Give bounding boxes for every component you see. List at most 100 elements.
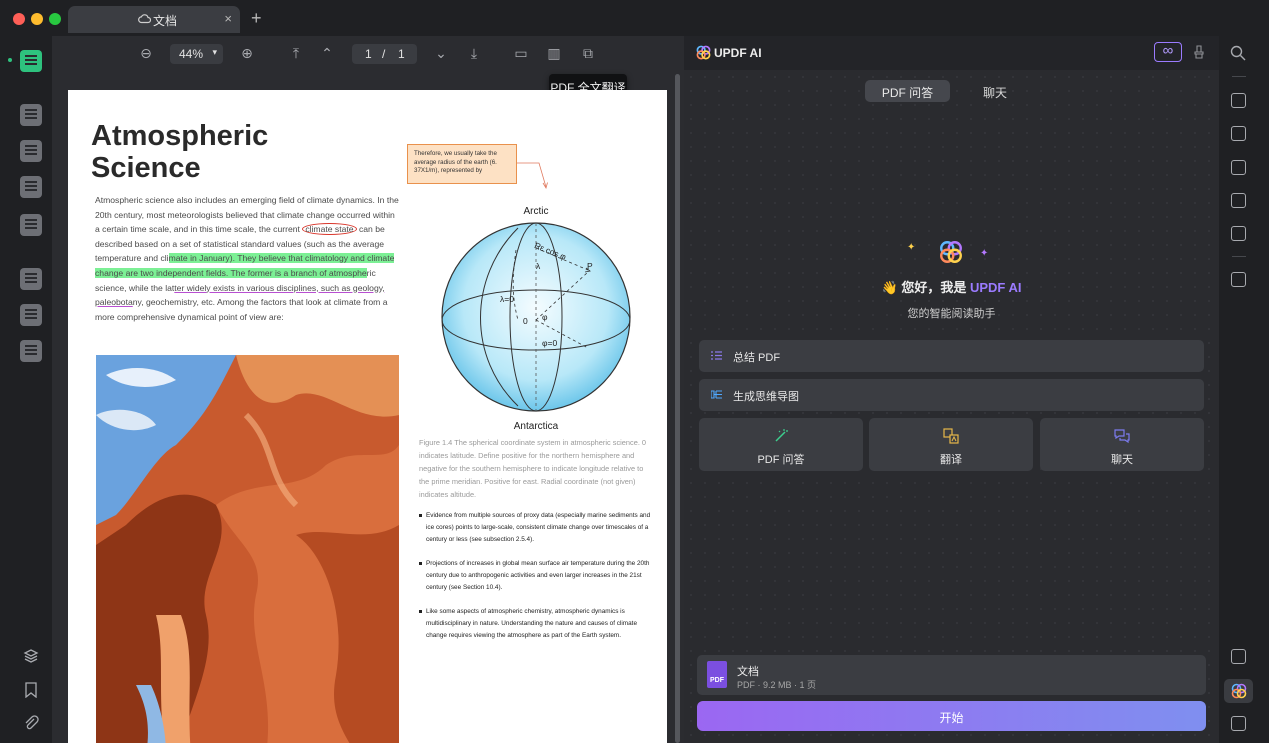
share-icon[interactable] xyxy=(1231,193,1246,208)
figure-caption: Figure 1.4 The spherical coordinate syst… xyxy=(419,438,647,499)
clear-brush-icon[interactable] xyxy=(1193,45,1205,59)
zoom-out-icon[interactable]: ⊖ xyxy=(138,45,154,61)
protect-pdf-icon[interactable] xyxy=(1231,160,1246,175)
reader-mode-button[interactable] xyxy=(20,50,42,72)
minimize-window-button[interactable] xyxy=(31,13,43,25)
right-toolbar xyxy=(1219,36,1269,743)
divider xyxy=(1232,76,1246,77)
page-current-input[interactable]: 1 xyxy=(365,47,372,61)
mind-map-button[interactable]: 生成思维导图 xyxy=(699,379,1204,411)
reader-icon xyxy=(20,50,42,72)
document-title: Atmospheric Science xyxy=(91,120,269,184)
callout-arrow xyxy=(517,162,548,190)
diagram-label-top: Arctic xyxy=(524,206,549,217)
pdf-badge: PDF xyxy=(710,677,724,684)
search-icon[interactable] xyxy=(1230,45,1246,61)
zoom-in-icon[interactable]: ⊕ xyxy=(239,45,255,61)
file-meta: PDF · 9.2 MB · 1 页 xyxy=(737,680,817,690)
tab-pdf-qa[interactable]: PDF 问答 xyxy=(865,80,950,102)
fill-sign-button[interactable] xyxy=(20,214,42,236)
greeting-brand: UPDF AI xyxy=(969,280,1022,295)
ai-header: UPDF AI ∞ xyxy=(684,36,1219,70)
organize-pages-icon xyxy=(20,268,42,290)
mind-map-label: 生成思维导图 xyxy=(733,391,799,403)
new-tab-button[interactable]: + xyxy=(251,8,262,29)
start-button[interactable]: 开始 xyxy=(697,701,1206,731)
presentation-icon[interactable]: ▭ xyxy=(513,45,529,61)
chat-bubbles-icon xyxy=(1114,429,1130,444)
diagram-label-phi: φ xyxy=(542,312,548,322)
diagram-label-p: P xyxy=(587,261,593,271)
pdf-qa-card-label: PDF 问答 xyxy=(757,454,805,466)
page-total: 1 xyxy=(398,47,405,61)
redact-button[interactable] xyxy=(20,340,42,362)
viewer-toolbar: ⊖ 44% ▾ ⊕ ⤒ ⌃ 1 / 1 ⌄ ⤓ ▭ ▥ ⧉ xyxy=(52,36,684,70)
zoom-select[interactable]: 44% ▾ xyxy=(170,44,223,64)
redact-icon xyxy=(20,340,42,362)
translate-text-icon[interactable] xyxy=(1231,649,1246,664)
document-tab[interactable]: 文档 × xyxy=(68,6,240,33)
list-item: Evidence from multiple sources of proxy … xyxy=(419,510,651,546)
diagram-label-bottom: Antarctica xyxy=(514,421,559,430)
updf-ai-logo-icon xyxy=(696,45,711,60)
chevron-down-icon: ▾ xyxy=(212,47,217,57)
layers-icon[interactable] xyxy=(23,648,39,664)
summarize-pdf-button[interactable]: 总结 PDF xyxy=(699,340,1204,372)
translate-card-label: 翻译 xyxy=(940,454,962,466)
bookmark-icon[interactable] xyxy=(24,682,38,698)
save-icon[interactable] xyxy=(1231,272,1246,287)
comment-mode-button[interactable] xyxy=(20,104,42,126)
updf-ai-mascot-icon xyxy=(940,241,962,263)
updf-ai-icon xyxy=(1231,683,1247,699)
ocr-icon[interactable] xyxy=(1231,93,1246,108)
app-window: 文档 × + ⊖ 44% ▾ ⊕ ⤒ ⌃ 1 / 1 ⌄ ⤓ ▭ ▥ ⧉ PDF… xyxy=(0,0,1269,743)
last-page-icon[interactable]: ⤓ xyxy=(466,45,482,61)
zoom-value: 44% xyxy=(179,47,204,61)
attachment-icon[interactable] xyxy=(23,715,39,731)
body-paragraph: Atmospheric science also includes an eme… xyxy=(95,193,401,324)
zoom-window-button[interactable] xyxy=(49,13,61,25)
mind-map-icon xyxy=(711,390,722,399)
previous-page-icon[interactable]: ⌃ xyxy=(319,45,335,61)
unlimited-badge[interactable]: ∞ xyxy=(1154,42,1182,62)
tab-title: 文档 xyxy=(152,14,177,28)
chat-card[interactable]: 聊天 xyxy=(1040,418,1204,471)
vertical-scrollbar[interactable] xyxy=(675,74,680,743)
ai-brand-title: UPDF AI xyxy=(714,46,762,60)
edit-mode-button[interactable] xyxy=(20,140,42,162)
summarize-label: 总结 PDF xyxy=(733,352,781,364)
crop-icon xyxy=(20,304,42,326)
left-toolbar xyxy=(0,36,52,743)
reading-layout-icon[interactable]: ▥ xyxy=(546,45,562,61)
chat-card-label: 聊天 xyxy=(1111,454,1133,466)
page-separator: / xyxy=(382,47,386,61)
diagram-label-zero: 0 xyxy=(523,316,528,326)
translate-card[interactable]: 翻译 xyxy=(869,418,1033,471)
fill-sign-icon xyxy=(20,214,42,236)
circled-annotation[interactable]: climate state xyxy=(302,223,357,236)
sparkle-icon: ✦ xyxy=(907,242,916,253)
tab-close-button[interactable]: × xyxy=(224,11,232,26)
convert-pdf-icon[interactable] xyxy=(1231,126,1246,141)
first-page-icon[interactable]: ⤒ xyxy=(288,45,304,61)
ai-body: PDF 问答 聊天 ✦ ✦ 👋 您好，我是 UPDF AI 您的智能阅读助手 总… xyxy=(684,70,1219,743)
comments-icon[interactable] xyxy=(1231,716,1246,731)
title-bar: 文档 × + xyxy=(0,0,1269,36)
attached-file[interactable]: PDF 文档 PDF · 9.2 MB · 1 页 xyxy=(697,655,1206,695)
crop-button[interactable] xyxy=(20,304,42,326)
page-navigator[interactable]: 1 / 1 xyxy=(352,44,417,64)
pdf-qa-card[interactable]: PDF 问答 xyxy=(699,418,863,471)
close-window-button[interactable] xyxy=(13,13,25,25)
form-mode-button[interactable] xyxy=(20,176,42,198)
pdf-file-icon: PDF xyxy=(707,661,727,688)
translate-pdf-icon[interactable]: ⧉ xyxy=(580,45,596,61)
ai-assistant-button[interactable] xyxy=(1224,679,1253,703)
email-icon[interactable] xyxy=(1231,226,1246,241)
spherical-coordinate-diagram: Arctic Antarctica Rε cos φ λ λ=0 0 φ φ=0… xyxy=(441,206,631,430)
text-box-annotation[interactable]: Therefore, we usually take the average r… xyxy=(407,144,517,184)
edit-pdf-icon xyxy=(20,140,42,162)
tab-chat[interactable]: 聊天 xyxy=(964,80,1026,102)
organize-pages-button[interactable] xyxy=(20,268,42,290)
highlighter-icon xyxy=(20,104,42,126)
next-page-icon[interactable]: ⌄ xyxy=(433,45,449,61)
